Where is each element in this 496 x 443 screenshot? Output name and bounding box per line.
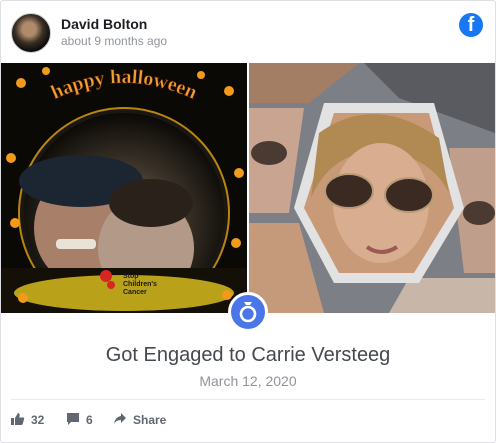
post-card: David Bolton about 9 months ago f happy … [0,0,496,443]
post-header: David Bolton about 9 months ago f [11,13,485,55]
halloween-photo[interactable]: happy halloween Stop Children's Cancer [1,63,247,313]
ring-icon [228,292,268,332]
share-label: Share [133,413,167,427]
facebook-icon[interactable]: f [459,13,483,37]
divider [11,399,485,400]
author-name[interactable]: David Bolton [61,16,147,32]
like-count-value: 32 [31,413,45,427]
logo-line-3: Cancer [123,289,147,296]
post-timestamp[interactable]: about 9 months ago [61,34,167,48]
avatar[interactable] [11,13,51,53]
share-button[interactable]: Share [113,411,173,429]
life-event-date: March 12, 2020 [199,373,297,389]
logo-line-1: Stop [123,273,139,280]
comment-count-value: 6 [86,413,93,427]
photo-pair: happy halloween Stop Children's Cancer [1,63,495,313]
thumbs-up-icon [11,413,25,425]
like-count[interactable]: 32 [11,411,51,429]
life-event-title[interactable]: Got Engaged to Carrie Versteeg [1,344,495,367]
collage-photo[interactable] [249,63,495,313]
logo-line-2: Children's [123,281,157,288]
comment-count[interactable]: 6 [66,411,106,429]
share-icon [114,413,126,424]
comment-icon [67,413,79,425]
